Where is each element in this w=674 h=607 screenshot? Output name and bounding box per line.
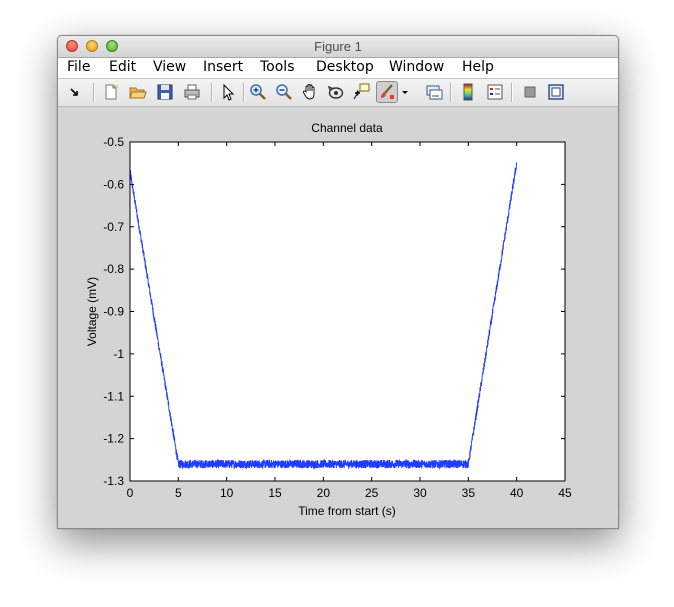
x-tick-label: 10 (220, 486, 234, 500)
x-tick-label: 25 (365, 486, 379, 500)
toolbar-separator (211, 83, 213, 102)
colorbar-icon[interactable] (458, 82, 478, 102)
chart-title: Channel data (311, 121, 383, 135)
x-tick-label: 35 (462, 486, 476, 500)
link-plot-icon[interactable] (424, 82, 444, 102)
chart: 0 5 10 15 20 25 30 35 40 45 -0.5 -0.6 -0.7 -0.8 -0.9 -1… (85, 121, 572, 518)
y-tick-label: -0.9 (103, 305, 124, 319)
x-axis-label: Time from start (s) (298, 504, 396, 518)
menu-insert[interactable]: Insert (203, 59, 243, 75)
window-title: Figure 1 (314, 39, 362, 54)
hide-plot-tools-icon[interactable] (520, 82, 540, 102)
y-tick-label: -0.5 (103, 135, 124, 149)
menu-window[interactable]: Window (389, 59, 444, 75)
rotate-3d-icon[interactable] (326, 82, 346, 102)
y-tick-label: -1 (113, 347, 124, 361)
new-figure-icon[interactable] (101, 82, 121, 102)
save-icon[interactable] (155, 82, 175, 102)
show-plot-tools-icon[interactable] (546, 82, 566, 102)
y-tick-label: -0.7 (103, 220, 124, 234)
y-tick-label: -0.6 (103, 177, 124, 191)
y-tick-label: -0.8 (103, 262, 124, 276)
data-cursor-icon[interactable] (351, 82, 371, 102)
legend-icon[interactable] (485, 82, 505, 102)
y-tick-label: -1.2 (103, 432, 124, 446)
menu-help[interactable]: Help (462, 59, 494, 75)
x-tick-label: 40 (510, 486, 524, 500)
x-tick-label: 30 (413, 486, 427, 500)
y-axis-label: Voltage (mV) (85, 277, 99, 346)
x-tick-label: 0 (127, 486, 134, 500)
figure-toolbar (58, 79, 618, 107)
x-tick-label: 15 (268, 486, 282, 500)
dock-arrow-icon[interactable] (65, 82, 85, 102)
menu-tools[interactable]: Tools (260, 59, 295, 75)
figure-window: Figure 1 File Edit View Insert Tools Des… (57, 35, 619, 529)
print-icon[interactable] (182, 82, 202, 102)
x-tick-label: 5 (175, 486, 182, 500)
title-bar[interactable]: Figure 1 (58, 36, 618, 58)
toolbar-separator (243, 83, 245, 102)
pan-hand-icon[interactable] (300, 82, 320, 102)
brush-dropdown-icon[interactable] (400, 82, 410, 102)
toolbar-separator (93, 83, 95, 102)
open-file-icon[interactable] (128, 82, 148, 102)
menu-desktop[interactable]: Desktop (316, 59, 374, 75)
menu-bar: File Edit View Insert Tools Desktop Wind… (58, 58, 618, 79)
toolbar-separator (450, 83, 452, 102)
x-tick-label: 45 (558, 486, 572, 500)
figure-canvas: 0 5 10 15 20 25 30 35 40 45 -0.5 -0.6 -0.7 -0.8 -0.9 -1… (58, 107, 618, 528)
menu-view[interactable]: View (153, 59, 186, 75)
zoom-in-icon[interactable] (248, 82, 268, 102)
pointer-icon[interactable] (218, 82, 238, 102)
toolbar-separator (511, 83, 513, 102)
y-tick-label: -1.1 (103, 389, 124, 403)
menu-edit[interactable]: Edit (109, 59, 136, 75)
x-tick-label: 20 (317, 486, 331, 500)
y-tick-label: -1.3 (103, 474, 124, 488)
menu-file[interactable]: File (67, 59, 90, 75)
brush-icon[interactable] (376, 81, 398, 103)
plot-area[interactable] (130, 142, 565, 481)
zoom-out-icon[interactable] (274, 82, 294, 102)
